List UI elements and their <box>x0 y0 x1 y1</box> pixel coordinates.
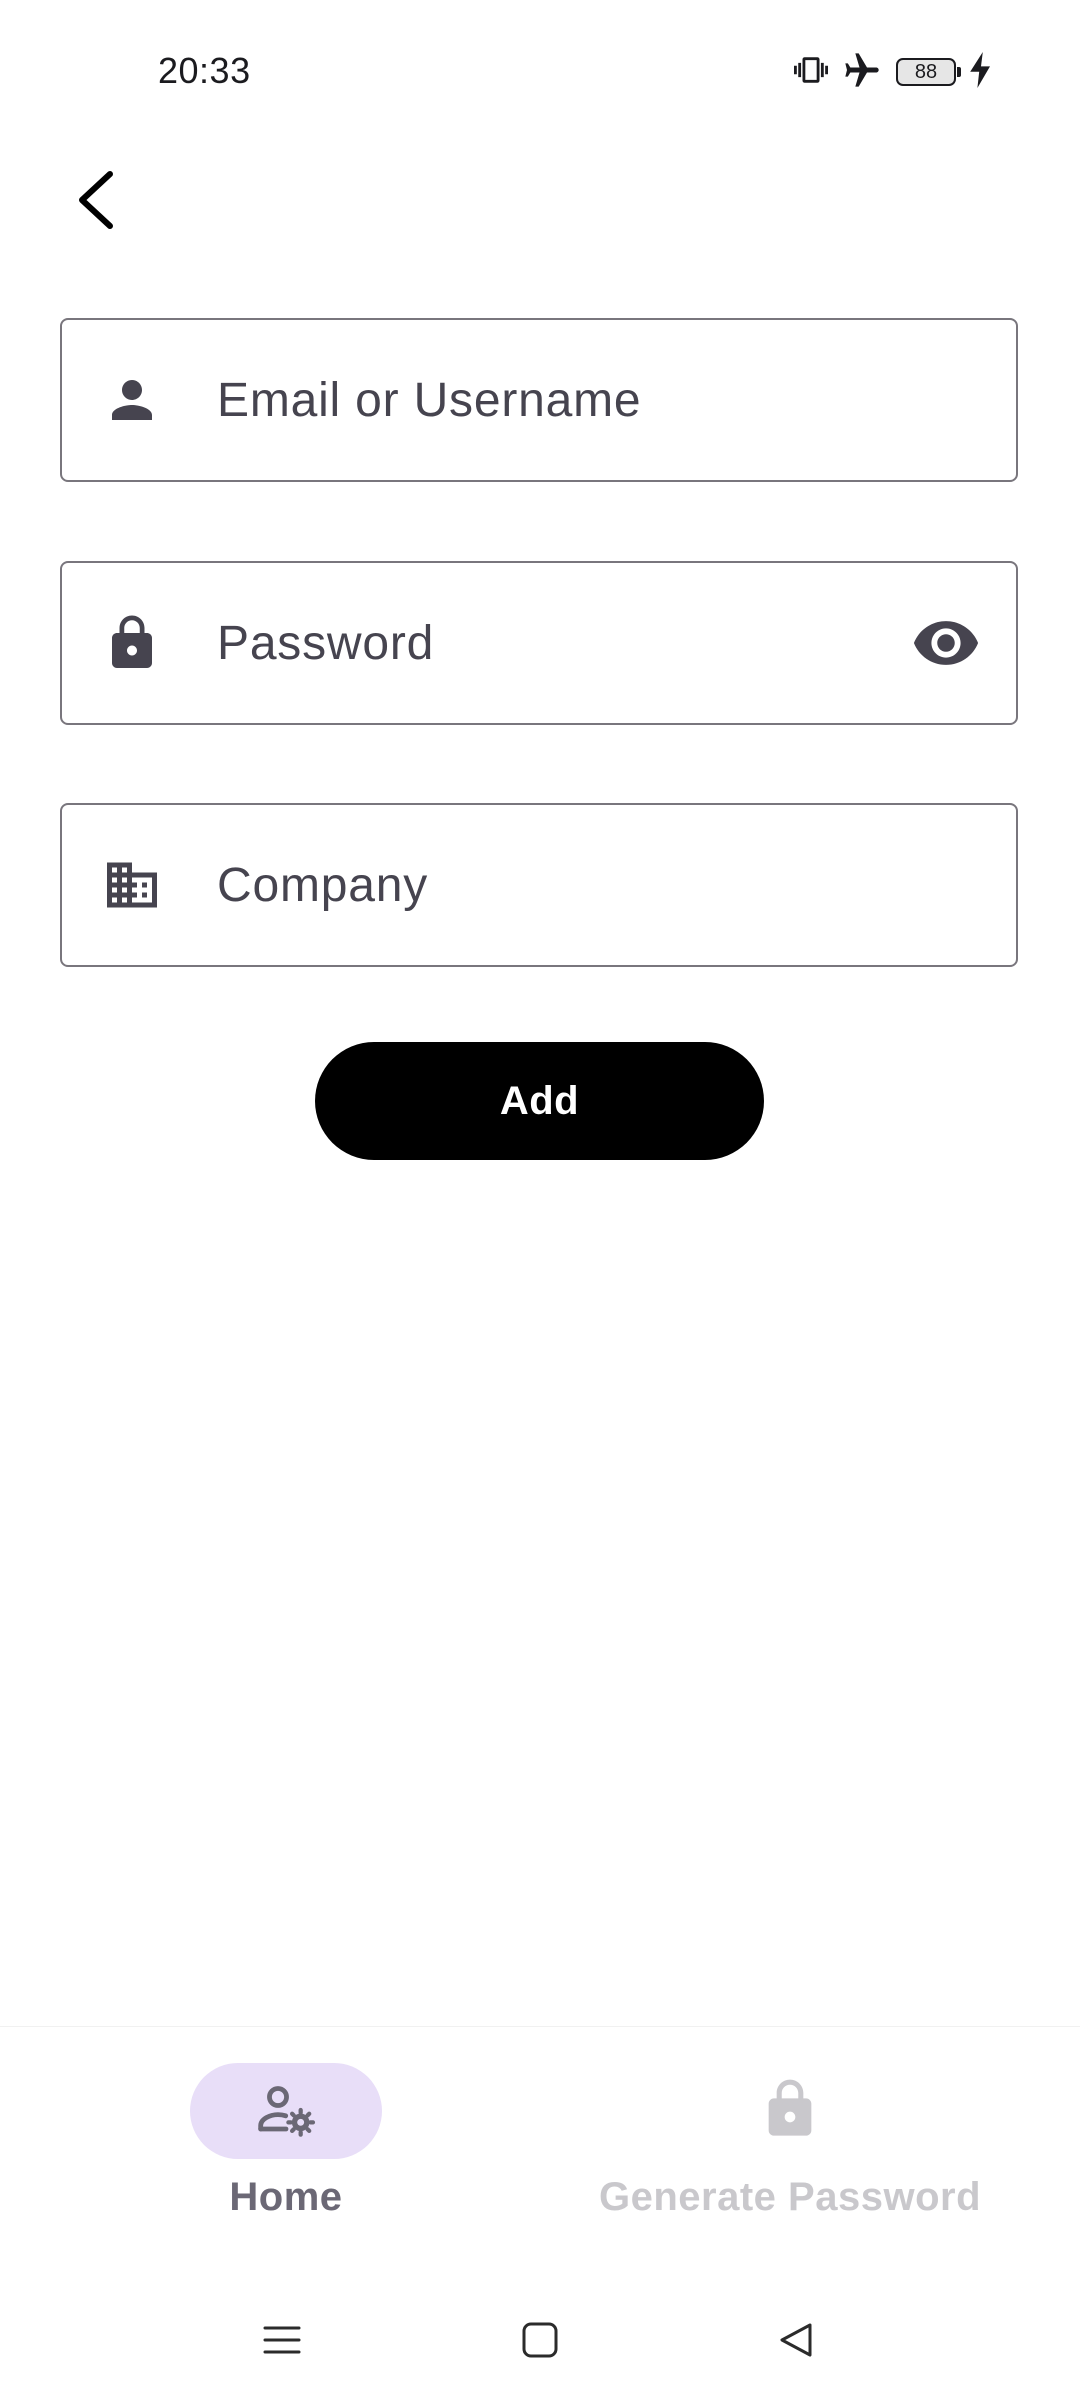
charging-icon <box>970 51 992 93</box>
nav-item-generate-password[interactable]: Generate Password <box>540 2063 1040 2220</box>
company-input[interactable] <box>217 805 917 965</box>
back-triangle-icon[interactable] <box>766 2310 826 2370</box>
lock-icon <box>758 2077 822 2146</box>
company-field[interactable] <box>60 803 1018 967</box>
status-bar: 20:33 88 <box>0 0 1080 140</box>
status-icons: 88 <box>794 50 992 94</box>
status-time: 20:33 <box>158 50 251 91</box>
menu-icon[interactable] <box>252 2310 312 2370</box>
battery-icon: 88 <box>896 58 961 86</box>
password-field[interactable] <box>60 561 1018 725</box>
password-input[interactable] <box>217 563 917 723</box>
vibrate-icon <box>794 53 828 92</box>
add-button[interactable]: Add <box>315 1042 764 1160</box>
user-settings-icon <box>254 2077 318 2146</box>
lock-icon <box>102 613 162 673</box>
nav-item-home[interactable]: Home <box>36 2063 536 2220</box>
nav-label-home: Home <box>229 2175 343 2219</box>
building-icon <box>102 855 162 915</box>
home-square-icon[interactable] <box>510 2310 570 2370</box>
nav-label-generate-password: Generate Password <box>599 2175 981 2219</box>
nav-icon-container <box>694 2063 886 2159</box>
eye-icon[interactable] <box>910 607 982 679</box>
chevron-left-icon <box>72 168 120 237</box>
back-button[interactable] <box>60 166 132 238</box>
person-icon <box>102 370 162 430</box>
bottom-navigation: Home Generate Password <box>0 2026 1080 2257</box>
email-field[interactable] <box>60 318 1018 482</box>
nav-active-indicator <box>190 2063 382 2159</box>
email-input[interactable] <box>217 320 917 480</box>
airplane-icon <box>842 50 882 95</box>
system-navigation-bar <box>0 2290 1080 2380</box>
